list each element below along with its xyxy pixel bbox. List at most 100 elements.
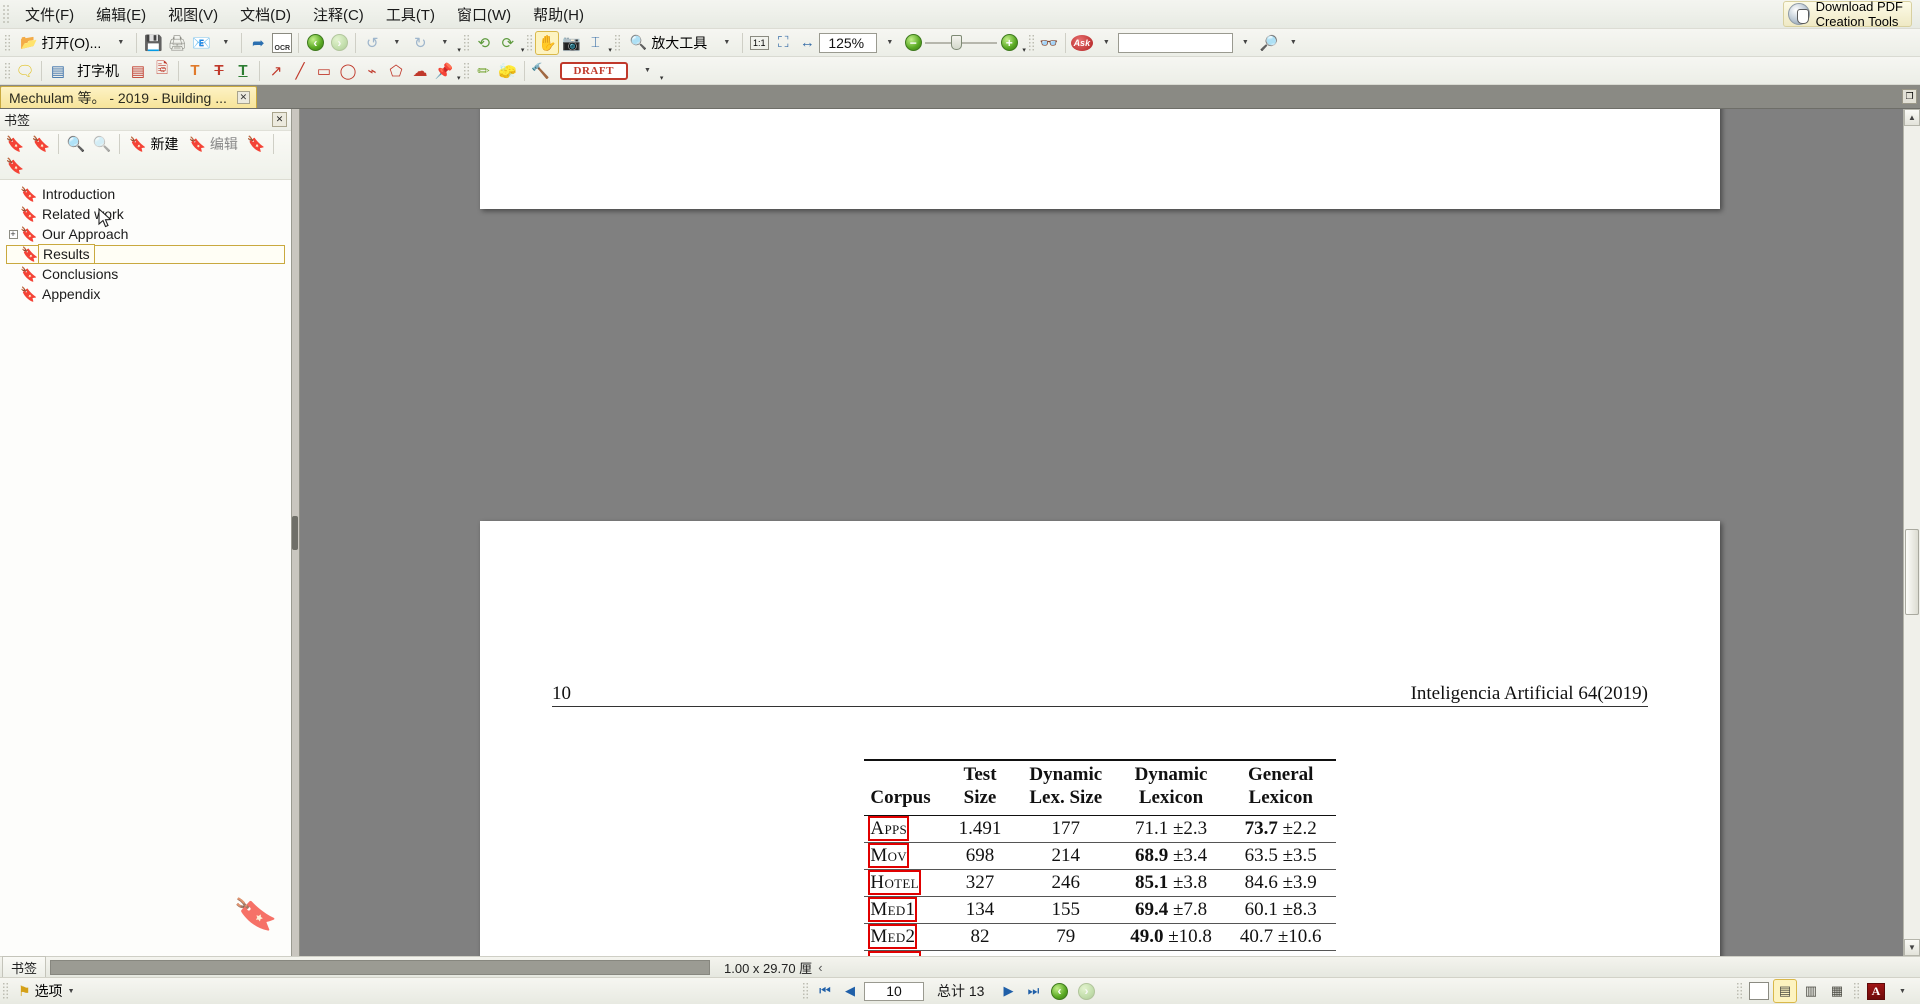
bookmark-goto-button[interactable]: 🔖 <box>2 155 28 177</box>
previous-page-button[interactable]: ◀ <box>839 981 861 1001</box>
rotate-right-button[interactable]: ⟳ <box>496 31 520 55</box>
bookmark-item-our-approach[interactable]: + 🔖 Our Approach <box>0 224 291 244</box>
previous-view-button[interactable]: ‹ <box>303 31 327 55</box>
text-box-button[interactable]: ▤ <box>46 59 70 83</box>
save-button[interactable]: 💾 <box>141 31 165 55</box>
attach-tool-button[interactable]: 📌 <box>432 59 456 83</box>
actual-size-button[interactable]: 1:1 <box>747 31 771 55</box>
menu-file[interactable]: 文件(F) <box>14 1 85 28</box>
zoom-tool-button[interactable]: 🔍 放大工具 <box>623 31 714 55</box>
eraser-tool-button[interactable]: 🧽 <box>496 59 520 83</box>
view-mode-grip[interactable] <box>1736 982 1743 1000</box>
email-dropdown-arrow[interactable]: ▼ <box>213 31 237 55</box>
fit-width-button[interactable]: ↔ <box>795 31 819 55</box>
zoom-in-button[interactable]: + <box>997 31 1021 55</box>
zoom-dropdown-arrow[interactable]: ▼ <box>877 31 901 55</box>
toolbar-grip-5[interactable] <box>1027 33 1035 52</box>
menu-document[interactable]: 文档(D) <box>229 1 302 28</box>
single-page-view-button[interactable] <box>1747 979 1771 1003</box>
arrow-tool-button[interactable]: ↗ <box>264 59 288 83</box>
menu-window[interactable]: 窗口(W) <box>446 1 522 28</box>
horizontal-scrollbar[interactable] <box>50 959 711 975</box>
ask-dropdown-arrow[interactable]: ▼ <box>1094 31 1118 55</box>
edit-bookmark-button[interactable]: 🔖 编辑 <box>183 133 242 155</box>
sticky-note-button[interactable]: 🗨 <box>13 59 37 83</box>
text-comment-button[interactable]: ▤ <box>126 59 150 83</box>
reader-dropdown-arrow[interactable]: ▼ <box>1890 979 1914 1003</box>
zoom-in-bookmark-button[interactable]: 🔍 <box>63 133 89 155</box>
pdf-viewer[interactable]: Macro-F of 84.6 Notice that in most case… <box>300 109 1920 956</box>
panel-collapse-arrow-icon[interactable]: ‹ <box>818 960 822 975</box>
draft-stamp-button[interactable]: DRAFT <box>553 59 635 83</box>
toolbar-grip-1[interactable] <box>4 33 11 52</box>
adobe-reader-button[interactable]: A <box>1864 979 1888 1003</box>
underline-text-button[interactable]: T <box>231 59 255 83</box>
ellipse-tool-button[interactable]: ◯ <box>336 59 360 83</box>
new-bookmark-button[interactable]: 🔖 新建 <box>124 133 183 155</box>
bookmarks-panel-close-icon[interactable]: ✕ <box>272 112 287 127</box>
toolbar-overflow-3[interactable]: ▾ <box>608 32 612 54</box>
toolbar-overflow-1[interactable]: ▾ <box>457 32 461 54</box>
line-tool-button[interactable]: ╱ <box>288 59 312 83</box>
viewer-vertical-scrollbar[interactable]: ▲ ▼ <box>1903 109 1920 956</box>
vertical-scroll-thumb[interactable] <box>1905 529 1919 615</box>
stamp-dropdown-arrow[interactable]: ▼ <box>635 59 659 83</box>
toolbar-grip-2[interactable] <box>462 33 470 52</box>
comment-toolbar-grip-1[interactable] <box>4 61 11 80</box>
loupe-button[interactable]: 👓 <box>1037 31 1061 55</box>
print-button[interactable]: 🖨 <box>165 31 189 55</box>
zoom-level-input[interactable]: 125% <box>819 32 878 53</box>
comment-toolbar-overflow-1[interactable]: ▾ <box>457 60 461 82</box>
panel-splitter[interactable] <box>292 109 300 956</box>
scroll-up-icon[interactable]: ▲ <box>1904 109 1920 126</box>
hand-tool-button[interactable]: ✋ <box>535 30 560 55</box>
menu-view[interactable]: 视图(V) <box>157 1 229 28</box>
zoom-tool-dropdown-arrow[interactable]: ▼ <box>714 31 738 55</box>
ocr-button[interactable]: OCR <box>270 31 294 55</box>
previous-view-nav-button[interactable]: ‹ <box>1047 979 1071 1003</box>
panel-splitter-handle[interactable] <box>292 515 298 550</box>
menu-tools[interactable]: 工具(T) <box>375 1 446 28</box>
search-input[interactable] <box>1117 32 1233 53</box>
zoom-out-button[interactable]: − <box>901 31 925 55</box>
next-view-nav-button[interactable]: › <box>1074 979 1098 1003</box>
zoom-slider[interactable] <box>925 34 998 52</box>
options-dropdown-arrow-icon[interactable]: ▼ <box>68 988 75 995</box>
options-button[interactable]: ⚑ 选项 ▼ <box>11 979 82 1003</box>
select-text-button[interactable]: ⌶ <box>583 31 607 55</box>
zoom-slider-knob[interactable] <box>951 35 963 50</box>
redo-dropdown-arrow[interactable]: ▼ <box>432 31 456 55</box>
first-page-button[interactable]: ⏮ <box>814 981 836 1001</box>
zoom-out-bookmark-button[interactable]: 🔍 <box>89 133 115 155</box>
document-tab[interactable]: Mechulam 等。 - 2019 - Building ... ✕ <box>0 86 257 108</box>
bookmark-expander-icon[interactable]: + <box>6 229 20 240</box>
download-pdf-tools-banner[interactable]: Download PDF Creation Tools <box>1782 0 1912 29</box>
convert-button[interactable]: ➦ <box>246 31 270 55</box>
ask-button[interactable]: Ask <box>1070 31 1094 55</box>
continuous-view-button[interactable]: ▤ <box>1773 979 1797 1003</box>
snapshot-button[interactable]: 📷 <box>559 31 583 55</box>
strikeout-text-button[interactable]: T <box>207 59 231 83</box>
search-run-button[interactable]: 🔎 <box>1257 31 1281 55</box>
menu-edit[interactable]: 编辑(E) <box>85 1 157 28</box>
email-button[interactable]: 📧 <box>189 31 213 55</box>
rectangle-tool-button[interactable]: ▭ <box>312 59 336 83</box>
open-dropdown-arrow[interactable]: ▼ <box>108 31 132 55</box>
comment-toolbar-overflow-2[interactable]: ▾ <box>660 60 664 82</box>
bookmark-item-conclusions[interactable]: 🔖 Conclusions <box>0 264 291 284</box>
toolbar-overflow-4[interactable]: ▾ <box>1022 32 1026 54</box>
bookmark-item-appendix[interactable]: 🔖 Appendix <box>0 284 291 304</box>
stamp-tool-button[interactable]: 🔨 <box>529 59 553 83</box>
polygon-tool-button[interactable]: ⬠ <box>384 59 408 83</box>
bookmark-item-results[interactable]: 🔖 Results <box>0 244 291 264</box>
bottom-toolbar-grip[interactable] <box>2 982 9 1000</box>
bookmark-item-related-work[interactable]: 🔖 Related work <box>0 204 291 224</box>
continuous-facing-view-button[interactable]: ▦ <box>1825 979 1849 1003</box>
toolbar-overflow-2[interactable]: ▾ <box>521 32 525 54</box>
open-button[interactable]: 📂 打开(O)... <box>13 31 108 55</box>
bookmark-item-introduction[interactable]: 🔖 Introduction <box>0 184 291 204</box>
page-number-input[interactable]: 10 <box>864 981 924 1001</box>
pencil-tool-button[interactable]: ✏ <box>472 59 496 83</box>
last-page-button[interactable]: ⏭ <box>1022 981 1044 1001</box>
redo-button[interactable]: ↻ <box>408 31 432 55</box>
